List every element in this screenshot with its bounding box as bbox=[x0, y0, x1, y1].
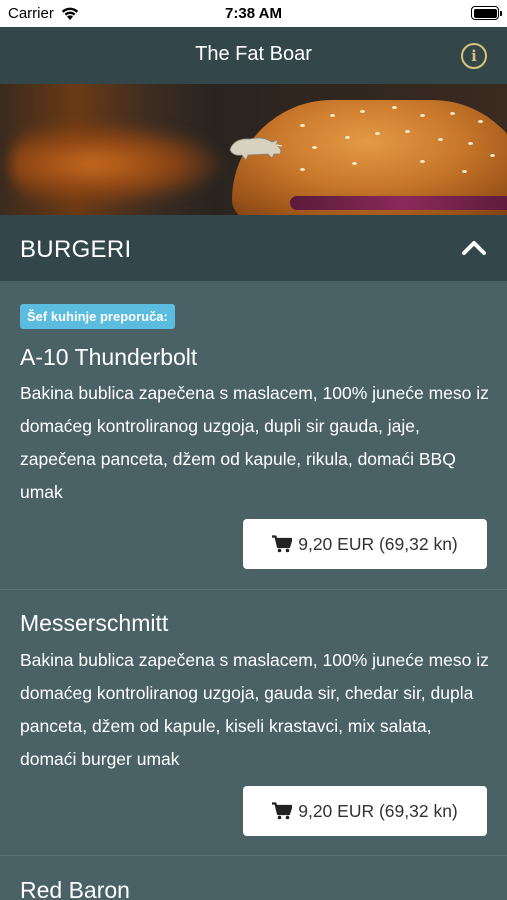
menu-item-red-baron: Red Baron bbox=[0, 856, 507, 900]
item-description: Bakina bublica zapečena s maslacem, 100%… bbox=[20, 650, 489, 769]
category-label: BURGERI bbox=[20, 236, 132, 263]
price-label: 9,20 EUR (69,32 kn) bbox=[298, 533, 458, 554]
menu-item-messerschmitt: Messerschmitt Bakina bublica zapečena s … bbox=[0, 590, 507, 856]
price-label: 9,20 EUR (69,32 kn) bbox=[298, 800, 458, 821]
chef-recommendation-badge: Šef kuhinje preporuča: bbox=[20, 304, 175, 329]
navigation-bar: The Fat Boar i bbox=[0, 27, 507, 84]
battery-icon bbox=[471, 6, 502, 20]
item-name: Messerschmitt bbox=[20, 610, 169, 636]
fries-image bbox=[10, 124, 220, 204]
menu-item-a10-thunderbolt: Šef kuhinje preporuča: A-10 Thunderbolt … bbox=[0, 281, 507, 590]
item-name: Red Baron bbox=[20, 877, 130, 900]
add-to-cart-button[interactable]: 9,20 EUR (69,32 kn) bbox=[243, 786, 487, 836]
boar-logo-icon bbox=[229, 137, 283, 161]
cart-icon bbox=[272, 535, 293, 553]
item-name: A-10 Thunderbolt bbox=[20, 344, 198, 370]
page-title: The Fat Boar bbox=[195, 43, 312, 65]
info-icon[interactable]: i bbox=[461, 43, 487, 69]
chevron-up-icon[interactable] bbox=[461, 237, 487, 259]
clock: 7:38 AM bbox=[225, 5, 282, 22]
status-bar: Carrier 7:38 AM bbox=[0, 0, 507, 27]
hero-banner-image bbox=[0, 84, 507, 215]
item-description: Bakina bublica zapečena s maslacem, 100%… bbox=[20, 383, 489, 502]
category-header-burgeri[interactable]: BURGERI bbox=[0, 215, 507, 281]
add-to-cart-button[interactable]: 9,20 EUR (69,32 kn) bbox=[243, 519, 487, 569]
cart-icon bbox=[272, 802, 293, 820]
